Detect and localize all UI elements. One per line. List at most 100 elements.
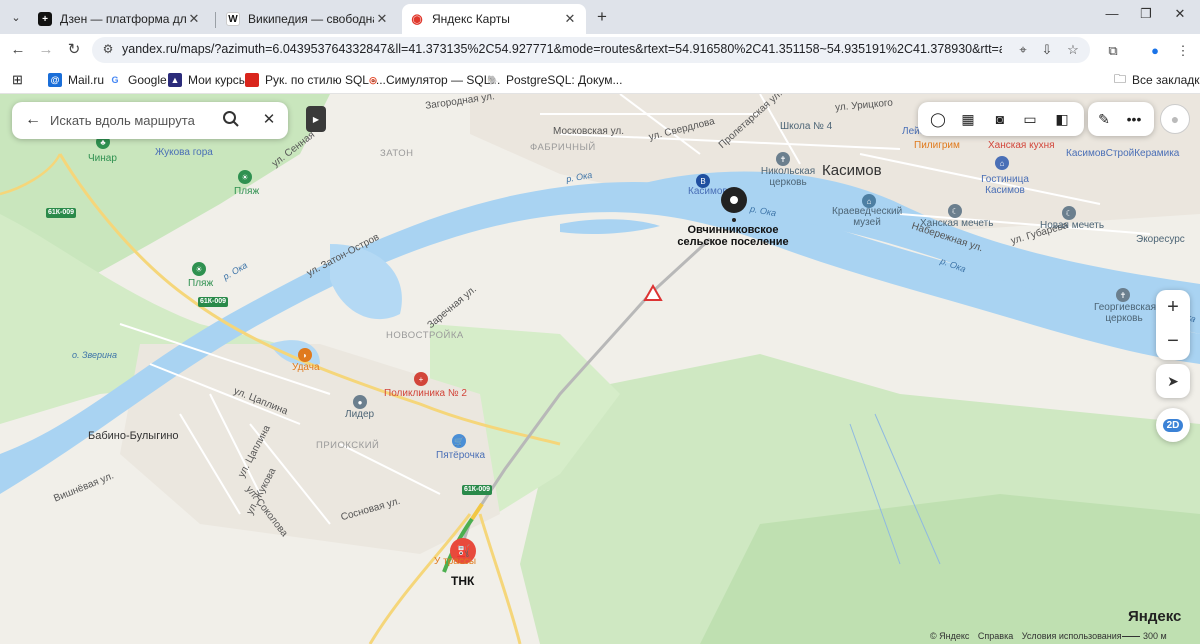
minimize-icon[interactable]: —: [1100, 6, 1124, 21]
poi-label: Никольская церковь: [760, 166, 816, 188]
omnibox[interactable]: ⚙ yandex.ru/maps/?azimuth=6.043953764332…: [92, 37, 1090, 63]
poi-label: Жукова гора: [155, 147, 213, 158]
yandex-logo: Яндекс: [1128, 608, 1182, 625]
bookmark-sql-style[interactable]: Рук. по стилю SQL -...: [245, 71, 386, 89]
ruler-icon[interactable]: ✎: [1094, 109, 1114, 129]
zoom-control: + −: [1156, 290, 1190, 360]
bookmark-postgresql[interactable]: 🐘 PostgreSQL: Докум...: [486, 71, 622, 89]
road-code-label: 61К-009: [198, 297, 229, 307]
tab-close-icon[interactable]: ✕: [374, 11, 390, 27]
close-window-icon[interactable]: ✕: [1168, 6, 1192, 22]
user-avatar[interactable]: ●: [1160, 104, 1190, 134]
district-label: ФАБРИЧНЫЙ: [530, 142, 596, 153]
district-label: ЗАТОН: [380, 148, 414, 159]
back-arrow-icon[interactable]: ←: [24, 111, 42, 129]
poi-label: Пляж: [188, 278, 214, 289]
street-label: Московская ул.: [553, 126, 624, 137]
install-app-icon[interactable]: ⇩: [1038, 41, 1056, 59]
poi-label: Чинар: [88, 153, 117, 164]
url-text[interactable]: yandex.ru/maps/?azimuth=6.04395376433284…: [122, 42, 1002, 56]
destination-pin-icon[interactable]: [721, 187, 747, 213]
food-icon[interactable]: ◗: [298, 348, 312, 362]
poi-label: Новая мечеть: [1040, 220, 1105, 231]
map-pin-icon: ◉: [411, 11, 423, 26]
profile-icon[interactable]: ●: [1146, 42, 1164, 60]
location-icon[interactable]: ⌖: [1014, 41, 1032, 59]
tab-search-button[interactable]: ⌄: [6, 7, 26, 27]
terms-link[interactable]: Условия использования: [1022, 631, 1122, 641]
map-footer: © Яндекс Справка Условия использования: [930, 631, 1128, 641]
beach-icon[interactable]: ☀: [192, 262, 206, 276]
tab-yandex-maps[interactable]: ◉ Яндекс Карты ✕: [402, 4, 586, 34]
bookmark-label: Google: [128, 73, 167, 87]
new-tab-button[interactable]: +: [592, 7, 612, 27]
traffic-layer-icon[interactable]: ◯: [928, 109, 948, 129]
bookmark-sql-simulator[interactable]: ◎ Симулятор — SQL...: [366, 71, 500, 89]
route-search-input[interactable]: [50, 109, 210, 131]
tab-title: Википедия — свободная энц: [248, 12, 374, 26]
bookmark-label: Mail.ru: [68, 73, 105, 87]
my-location-button[interactable]: ➤: [1156, 364, 1190, 398]
destination-label: Овчинниковское сельское поселение: [668, 224, 798, 248]
poi-label: Пилигрим: [914, 140, 960, 151]
zoom-out-button[interactable]: −: [1156, 324, 1190, 358]
map-scale: 300 м: [1122, 631, 1167, 641]
poi-label: Экоресурс: [1136, 234, 1185, 245]
restore-icon[interactable]: ❐: [1134, 6, 1158, 22]
search-icon[interactable]: [220, 110, 242, 132]
address-bar: ← → ↻ ⚙ yandex.ru/maps/?azimuth=6.043953…: [0, 34, 1200, 66]
poi-label: Ханская кухня: [988, 140, 1055, 151]
bookmark-google[interactable]: G Google: [108, 71, 167, 89]
beach-icon[interactable]: ☀: [238, 170, 252, 184]
mosque-icon[interactable]: ☾: [1062, 206, 1076, 220]
back-icon[interactable]: ←: [8, 41, 28, 59]
zoom-in-button[interactable]: +: [1156, 290, 1190, 324]
sql-style-icon: [245, 73, 259, 87]
tab-dzen[interactable]: + Дзен — платформа для прос ✕: [30, 4, 210, 34]
transport-layer-icon[interactable]: ▭: [1020, 109, 1040, 129]
extensions-icon[interactable]: ⧉: [1104, 42, 1122, 60]
all-bookmarks[interactable]: 🗀 Все закладки: [1114, 71, 1200, 89]
map-type-icon[interactable]: ◧: [1052, 109, 1072, 129]
church-icon[interactable]: ✝: [776, 152, 790, 166]
help-link[interactable]: Справка: [978, 631, 1013, 641]
tab-bar: ⌄ + Дзен — платформа для прос ✕ W Википе…: [0, 0, 1200, 34]
menu-icon[interactable]: ⋮: [1174, 42, 1192, 60]
map-canvas[interactable]: Загородная ул. ул. Урицкого Московская у…: [0, 94, 1200, 644]
tools-panel: ✎ •••: [1088, 102, 1154, 136]
camera-layer-icon[interactable]: ◙: [990, 109, 1010, 129]
reload-icon[interactable]: ↻: [64, 41, 84, 59]
shop-icon[interactable]: ●: [353, 395, 367, 409]
view-mode-button[interactable]: 2D: [1156, 408, 1190, 442]
bookmark-my-courses[interactable]: ▲ Мои курсы: [168, 71, 247, 89]
bookmark-star-icon[interactable]: ☆: [1064, 41, 1082, 59]
bookmarks-bar: ⊞ @ Mail.ru G Google ▲ Мои курсы Рук. по…: [0, 66, 1200, 94]
hotel-icon[interactable]: ⌂: [995, 156, 1009, 170]
collapse-panel-button[interactable]: ▶: [306, 106, 326, 132]
site-settings-icon[interactable]: ⚙: [100, 42, 116, 58]
village-label: Бабино-Булыгино: [88, 430, 179, 442]
forward-icon[interactable]: →: [36, 41, 56, 59]
more-icon[interactable]: •••: [1124, 109, 1144, 129]
tab-close-icon[interactable]: ✕: [562, 11, 578, 27]
apps-icon[interactable]: ⊞: [12, 71, 23, 89]
close-icon[interactable]: ✕: [260, 110, 278, 130]
mailru-icon: @: [48, 73, 62, 87]
poi-label: Гостиница Касимов: [981, 174, 1029, 196]
hospital-icon[interactable]: +: [414, 372, 428, 386]
bookmark-label: Мои курсы: [188, 73, 248, 87]
mosque-icon[interactable]: ☾: [948, 204, 962, 218]
poi-label: КасимовСтройКерамика: [1066, 148, 1180, 159]
cart-icon[interactable]: 🛒: [452, 434, 466, 448]
bookmark-label: PostgreSQL: Докум...: [506, 73, 623, 87]
road-code-label: 61К-009: [462, 485, 493, 495]
panorama-layer-icon[interactable]: ▦: [958, 109, 978, 129]
poi-label: Краеведческий музей: [832, 206, 903, 228]
church-icon[interactable]: ✝: [1116, 288, 1130, 302]
tab-wikipedia[interactable]: W Википедия — свободная энц ✕: [218, 4, 398, 34]
destination-point: [732, 218, 736, 222]
tab-close-icon[interactable]: ✕: [186, 11, 202, 27]
google-icon: G: [111, 75, 119, 85]
dzen-icon: +: [38, 12, 52, 26]
bookmark-mailru[interactable]: @ Mail.ru: [48, 71, 104, 89]
